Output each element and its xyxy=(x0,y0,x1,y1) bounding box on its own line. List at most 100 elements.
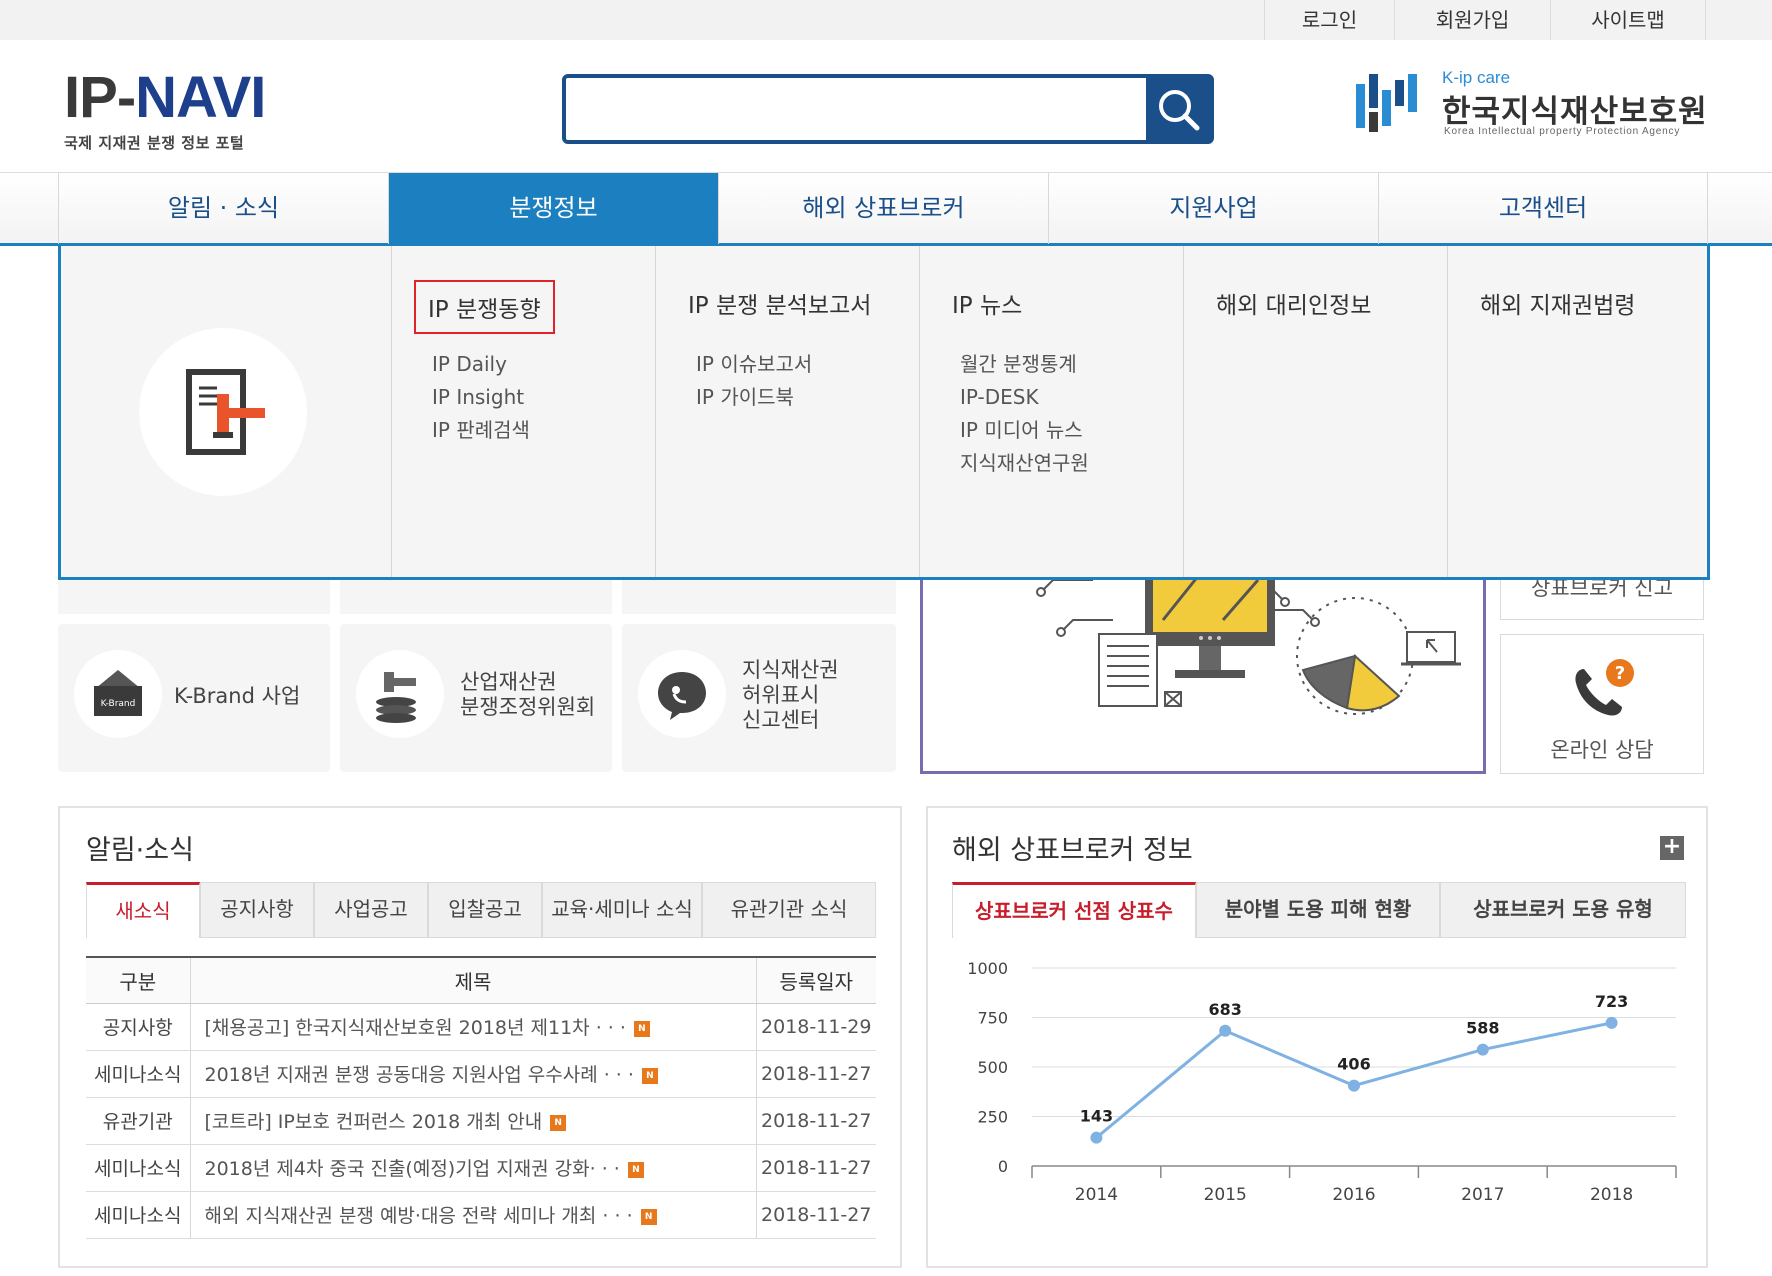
menu-ip-daily[interactable]: IP Daily xyxy=(432,348,530,381)
logo-wordmark: IP-NAVI xyxy=(64,65,266,130)
chart-y-tick-label: 500 xyxy=(977,1058,1008,1077)
kipa-emblem-icon xyxy=(1356,74,1417,132)
menu-ip-research-institute[interactable]: 지식재산연구원 xyxy=(960,447,1089,480)
menu-issue-report[interactable]: IP 이슈보고서 xyxy=(696,348,812,381)
false-mark-tile[interactable]: 지식재산권 허위표시 신고센터 xyxy=(622,624,896,772)
mediation-label: 산업재산권 분쟁조정위원회 xyxy=(460,670,596,719)
online-consult-button[interactable]: ? 온라인 상담 xyxy=(1500,634,1704,774)
chart-x-tick-label: 2016 xyxy=(1332,1185,1375,1205)
table-row[interactable]: 공지사항 [채용공고] 한국지식재산보호원 2018년 제11차 · · · N … xyxy=(86,1003,876,1051)
table-row[interactable]: 세미나소식 2018년 지재권 분쟁 공동대응 지원사업 우수사례 · · · N… xyxy=(86,1050,876,1098)
join-link[interactable]: 회원가입 xyxy=(1394,0,1550,40)
tab-theft-type[interactable]: 상표브로커 도용 유형 xyxy=(1440,882,1686,938)
menu-overseas-ip-laws[interactable]: 해외 지재권법령 xyxy=(1480,286,1635,320)
chart-data-label: 143 xyxy=(1080,1107,1113,1126)
search-icon xyxy=(1159,90,1200,131)
broker-panel-title: 해외 상표브로커 정보 xyxy=(952,835,1193,866)
chart-x-tick-label: 2017 xyxy=(1461,1185,1504,1205)
kipa-name-en: Korea Intellectual property Protection A… xyxy=(1444,126,1681,137)
chart-data-label: 683 xyxy=(1208,1000,1241,1019)
quick-tile-partial xyxy=(58,578,330,614)
menu-ip-media-news[interactable]: IP 미디어 뉴스 xyxy=(960,414,1089,447)
banner-illustration[interactable] xyxy=(920,560,1486,774)
kbrand-icon: K-Brand xyxy=(74,650,162,738)
svg-text:K-Brand: K-Brand xyxy=(101,699,136,709)
chart-data-label: 406 xyxy=(1337,1055,1370,1074)
menu-ip-desk[interactable]: IP-DESK xyxy=(960,381,1089,414)
col-header-date: 등록일자 xyxy=(755,956,876,1004)
login-link[interactable]: 로그인 xyxy=(1264,0,1394,40)
kipa-care-text: K-ip care xyxy=(1442,68,1511,87)
menu-analysis-report[interactable]: IP 분쟁 분석보고서 xyxy=(688,286,871,320)
chart-data-point xyxy=(1605,1016,1618,1029)
table-row[interactable]: 세미나소식 2018년 제4차 중국 진출(예정)기업 지재권 강화· · · N… xyxy=(86,1144,876,1192)
news-tabs: 새소식 공지사항 사업공고 입찰공고 교육·세미나 소식 유관기관 소식 xyxy=(86,882,876,938)
row-title-link[interactable]: [채용공고] 한국지식재산보호원 2018년 제11차 · · · xyxy=(205,1017,626,1039)
new-badge: N xyxy=(550,1114,567,1131)
table-row[interactable]: 유관기관 [코트라] IP보호 컨퍼런스 2018 개최 안내 N 2018-11… xyxy=(86,1097,876,1145)
table-row[interactable]: 세미나소식 해외 지식재산권 분쟁 예방·대응 전략 세미나 개최 · · · N… xyxy=(86,1191,876,1239)
false-mark-label: 지식재산권 허위표시 신고센터 xyxy=(742,658,839,732)
main-nav: 알림 · 소식 분쟁정보 해외 상표브로커 지원사업 고객센터 xyxy=(0,172,1772,246)
chart-data-point xyxy=(1219,1024,1232,1037)
search-bar xyxy=(562,74,1214,144)
computer-analysis-illustration xyxy=(1036,560,1461,715)
dropdown-col-news: IP 뉴스 월간 분쟁통계 IP-DESK IP 미디어 뉴스 지식재산연구원 xyxy=(919,246,1183,577)
chart-x-tick-label: 2015 xyxy=(1204,1185,1247,1205)
dropdown-col-reports: IP 분쟁 분석보고서 IP 이슈보고서 IP 가이드북 xyxy=(655,246,919,577)
kbrand-label: K-Brand 사업 xyxy=(174,684,301,708)
menu-guidebook[interactable]: IP 가이드북 xyxy=(696,381,812,414)
tab-notice[interactable]: 공지사항 xyxy=(200,882,314,938)
row-title-link[interactable]: 2018년 제4차 중국 진출(예정)기업 지재권 강화· · · xyxy=(205,1158,620,1180)
sitemap-link[interactable]: 사이트맵 xyxy=(1550,0,1706,40)
site-logo[interactable]: IP-NAVI 국제 지재권 분쟁 정보 포털 xyxy=(64,68,274,158)
menu-ip-precedent-search[interactable]: IP 판례검색 xyxy=(432,414,530,447)
tab-business[interactable]: 사업공고 xyxy=(314,882,428,938)
col-header-category: 구분 xyxy=(86,956,190,1004)
nav-notice[interactable]: 알림 · 소식 xyxy=(58,173,388,244)
utility-bar: 로그인 회원가입 사이트맵 xyxy=(0,0,1772,40)
chart-data-label: 723 xyxy=(1595,992,1628,1011)
menu-monthly-stats[interactable]: 월간 분쟁통계 xyxy=(960,348,1089,381)
dropdown-col-agents: 해외 대리인정보 xyxy=(1183,246,1447,577)
mediation-tile[interactable]: 산업재산권 분쟁조정위원회 xyxy=(340,624,612,772)
nav-trademark-broker[interactable]: 해외 상표브로커 xyxy=(718,173,1048,244)
nav-dispute-info[interactable]: 분쟁정보 xyxy=(388,173,718,244)
broker-panel: 해외 상표브로커 정보 + 상표브로커 선점 상표수 분야별 도용 피해 현황 … xyxy=(926,806,1708,1268)
dropdown-col-laws: 해외 지재권법령 xyxy=(1447,246,1707,577)
tab-new-news[interactable]: 새소식 xyxy=(86,882,200,938)
nav-support[interactable]: 지원사업 xyxy=(1048,173,1378,244)
row-title-link[interactable]: 해외 지식재산권 분쟁 예방·대응 전략 세미나 개최 · · · xyxy=(205,1205,633,1227)
nav-customer-center[interactable]: 고객센터 xyxy=(1378,173,1708,244)
chart-y-tick-label: 1000 xyxy=(967,959,1008,978)
tab-seminar[interactable]: 교육·세미나 소식 xyxy=(542,882,702,938)
dropdown-col-trends: IP 분쟁동향 IP Daily IP Insight IP 판례검색 xyxy=(391,246,655,577)
kipa-logo[interactable]: K-ip care 한국지식재산보호원 Korea Intellectual p… xyxy=(1356,66,1716,146)
chart-y-tick-label: 0 xyxy=(998,1157,1008,1176)
gavel-document-icon xyxy=(139,328,307,496)
search-input[interactable] xyxy=(566,78,1146,140)
menu-ip-dispute-trends[interactable]: IP 분쟁동향 xyxy=(414,280,555,334)
more-plus-icon[interactable]: + xyxy=(1660,836,1684,860)
chart-x-tick-label: 2018 xyxy=(1590,1185,1633,1205)
broker-line-chart: 0 250 500 750 1000 2014 2015 2016 2017 2018 143 683… xyxy=(967,959,1677,1205)
menu-overseas-agents[interactable]: 해외 대리인정보 xyxy=(1216,286,1371,320)
gavel-icon xyxy=(356,650,444,738)
chart-x-tick-label: 2014 xyxy=(1075,1185,1118,1205)
dropdown-icon-col xyxy=(61,246,391,577)
tab-related-org[interactable]: 유관기관 소식 xyxy=(702,882,876,938)
search-button[interactable] xyxy=(1146,78,1210,140)
row-title-link[interactable]: [코트라] IP보호 컨퍼런스 2018 개최 안내 xyxy=(205,1111,543,1133)
tab-broker-preempted[interactable]: 상표브로커 선점 상표수 xyxy=(952,882,1196,938)
tab-bidding[interactable]: 입찰공고 xyxy=(428,882,542,938)
new-badge: N xyxy=(627,1161,644,1178)
menu-ip-insight[interactable]: IP Insight xyxy=(432,381,530,414)
kbrand-tile[interactable]: K-Brand K-Brand 사업 xyxy=(58,624,330,772)
row-title-link[interactable]: 2018년 지재권 분쟁 공동대응 지원사업 우수사례 · · · xyxy=(205,1064,634,1086)
menu-ip-news[interactable]: IP 뉴스 xyxy=(952,286,1022,320)
news-table: 구분 제목 등록일자 공지사항 [채용공고] 한국지식재산보호원 2018년 제… xyxy=(86,956,876,1239)
news-panel: 알림·소식 새소식 공지사항 사업공고 입찰공고 교육·세미나 소식 유관기관 … xyxy=(58,806,902,1268)
broker-tabs: 상표브로커 선점 상표수 분야별 도용 피해 현황 상표브로커 도용 유형 xyxy=(952,882,1686,938)
quick-tile-partial xyxy=(340,578,612,614)
tab-damage-by-field[interactable]: 분야별 도용 피해 현황 xyxy=(1196,882,1440,938)
